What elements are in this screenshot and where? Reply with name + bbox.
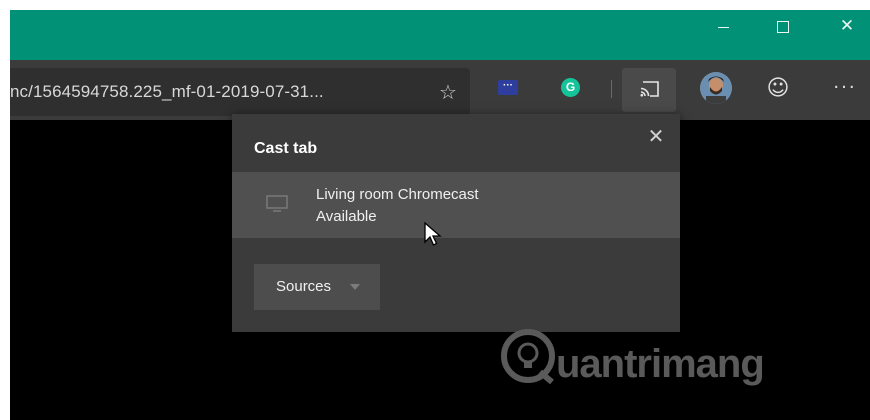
watermark-text: uantrimang (556, 342, 765, 386)
feedback-smiley-icon[interactable]: ☺ (766, 77, 790, 101)
close-window-button[interactable]: ✕ (824, 10, 870, 42)
profile-avatar[interactable] (700, 72, 732, 104)
device-list-item[interactable]: Living room Chromecast Available (232, 172, 680, 238)
browser-window: ✕ nc/1564594758.225_mf-01-2019-07-31... … (10, 10, 870, 420)
close-dialog-icon[interactable]: ✕ (644, 124, 668, 148)
cast-dialog-title: Cast tab (254, 140, 318, 157)
sources-dropdown[interactable]: Sources (254, 264, 380, 310)
chevron-down-icon (350, 284, 360, 290)
cast-icon (640, 81, 659, 97)
browser-toolbar: nc/1564594758.225_mf-01-2019-07-31... ☆ … (10, 60, 870, 120)
cast-button[interactable] (622, 68, 676, 112)
watermark-logo-icon (501, 329, 555, 384)
toolbar-divider (611, 80, 612, 98)
address-bar[interactable]: nc/1564594758.225_mf-01-2019-07-31... ☆ (10, 68, 470, 116)
close-icon: ✕ (839, 16, 855, 36)
device-name: Living room Chromecast (316, 186, 479, 203)
device-status: Available (316, 208, 377, 225)
cast-tab-dialog: Cast tab ✕ Living room Chromecast Availa… (232, 114, 680, 332)
maximize-button[interactable] (760, 10, 806, 42)
address-url[interactable]: nc/1564594758.225_mf-01-2019-07-31... (10, 82, 324, 102)
sources-label: Sources (276, 278, 332, 295)
minimize-button[interactable] (700, 10, 746, 42)
more-menu-icon[interactable]: ··· (828, 76, 862, 100)
extension-icon[interactable]: ··· (498, 80, 518, 95)
favorite-star-icon[interactable]: ☆ (434, 78, 462, 106)
grammarly-icon[interactable]: G (561, 78, 580, 97)
tv-icon (266, 195, 288, 212)
title-bar: ✕ (10, 10, 870, 60)
maximize-icon (777, 21, 789, 33)
minimize-icon (717, 26, 729, 28)
avatar-image (700, 72, 732, 104)
mouse-cursor-icon (424, 222, 442, 246)
